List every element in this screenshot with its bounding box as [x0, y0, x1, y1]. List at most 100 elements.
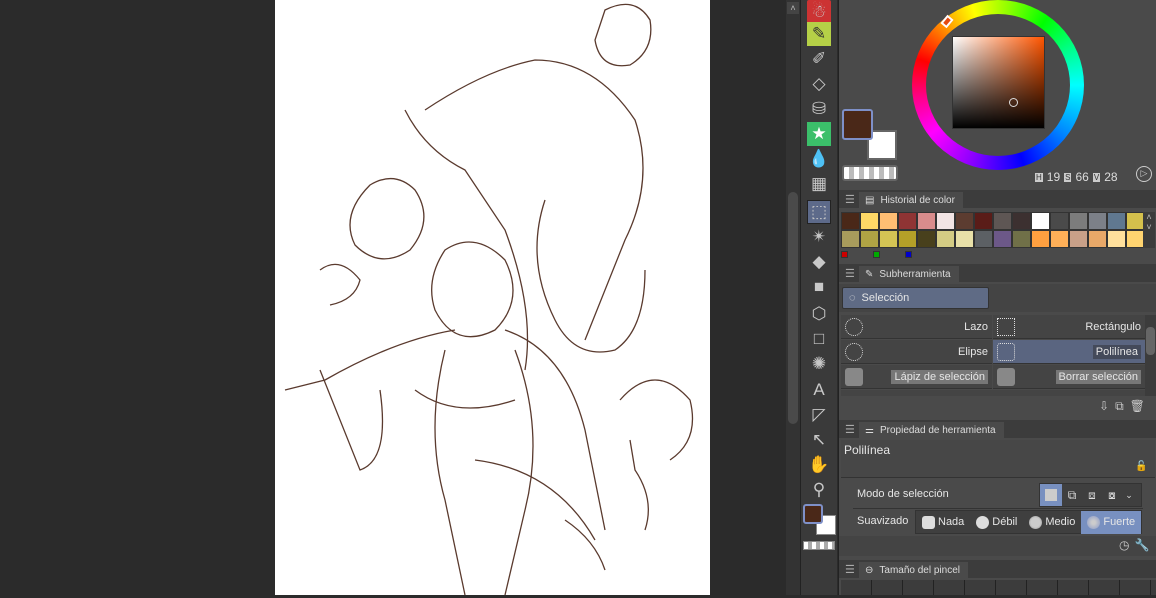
color-swatch[interactable]: [993, 212, 1012, 230]
main-color-swatch[interactable]: [803, 504, 823, 524]
color-swatch[interactable]: [1012, 230, 1031, 248]
brush-size-grid[interactable]: [841, 580, 1156, 595]
duplicate-icon[interactable]: ⧉: [1115, 399, 1124, 414]
color-swatch[interactable]: [1031, 212, 1050, 230]
color-swatch[interactable]: [879, 230, 898, 248]
color-swatch[interactable]: [917, 212, 936, 230]
color-swatch[interactable]: [936, 230, 955, 248]
color-swatch[interactable]: [955, 230, 974, 248]
canvas-vertical-scrollbar[interactable]: ˄: [786, 0, 800, 595]
color-swatch[interactable]: [974, 212, 993, 230]
menu-icon[interactable]: ☰: [845, 563, 855, 576]
color-swatch[interactable]: [936, 212, 955, 230]
scroll-up-button[interactable]: ˄: [787, 2, 799, 14]
gradient-tool-icon[interactable]: ■: [807, 275, 831, 299]
color-swatch[interactable]: [1088, 230, 1107, 248]
color-swatch[interactable]: [860, 230, 879, 248]
selection-tool-icon[interactable]: ⬚: [807, 200, 831, 224]
tab-subtool[interactable]: ✎ Subherramienta: [859, 266, 959, 282]
user-avatar-icon[interactable]: ☃: [807, 0, 831, 24]
frame-tool-icon[interactable]: □: [807, 327, 831, 351]
clock-icon[interactable]: ◷: [1119, 538, 1129, 552]
color-swatch[interactable]: [879, 212, 898, 230]
smoothing-nada[interactable]: Nada: [916, 511, 970, 533]
color-history-grid: [841, 212, 1145, 248]
chevron-down-icon[interactable]: ⌄: [1122, 490, 1136, 501]
menu-icon[interactable]: ☰: [845, 193, 855, 206]
color-swatch[interactable]: [1088, 212, 1107, 230]
wrench-icon[interactable]: 🔧: [1134, 538, 1149, 552]
color-swatch[interactable]: [1069, 212, 1088, 230]
balloon-tool-icon[interactable]: ◸: [807, 403, 831, 427]
color-swatch[interactable]: [974, 230, 993, 248]
drawing-canvas[interactable]: [275, 0, 710, 596]
tab-tool-property[interactable]: ⚌ Propiedad de herramienta: [859, 422, 1004, 438]
transparent-color-swatch[interactable]: [803, 541, 835, 550]
import-icon[interactable]: ⇩: [1099, 399, 1109, 414]
add-selection-icon[interactable]: ⧉: [1062, 488, 1082, 503]
transparent-color-swatch[interactable]: [842, 165, 898, 181]
subtool-polilinea[interactable]: Polilínea: [993, 340, 1145, 364]
saturation-value-square[interactable]: [952, 36, 1045, 129]
history-scrollbar[interactable]: ˄ ˅: [1143, 212, 1155, 248]
color-swatch[interactable]: [898, 230, 917, 248]
airbrush-tool-icon[interactable]: ⛁: [807, 97, 831, 121]
subtool-borrar-seleccion[interactable]: Borrar selección: [993, 365, 1145, 389]
eyedropper-tool-icon[interactable]: ⚲: [807, 478, 831, 502]
color-marker[interactable]: [873, 251, 880, 258]
eraser-tool-icon[interactable]: ◇: [807, 72, 831, 96]
subtool-scrollbar[interactable]: [1145, 315, 1156, 396]
color-swatch[interactable]: [1012, 212, 1031, 230]
ruler-tool-icon[interactable]: ✺: [807, 352, 831, 376]
color-swatch[interactable]: [993, 230, 1012, 248]
smoothing-fuerte[interactable]: Fuerte: [1081, 510, 1142, 534]
color-marker[interactable]: [905, 251, 912, 258]
smoothing-medio[interactable]: Medio: [1023, 511, 1081, 533]
sv-cursor[interactable]: [1009, 98, 1018, 107]
color-swatch[interactable]: [841, 212, 860, 230]
magic-wand-tool-icon[interactable]: ✴: [807, 225, 831, 249]
blend-tool-icon[interactable]: 💧: [807, 147, 831, 171]
subtract-selection-icon[interactable]: ⧈: [1082, 488, 1102, 503]
trash-icon[interactable]: 🗑: [1130, 399, 1145, 414]
figure-tool-icon[interactable]: ▦: [807, 172, 831, 196]
play-icon[interactable]: ▷: [1136, 166, 1152, 182]
selection-mode-selector[interactable]: ⧉ ⧈ ⧇ ⌄: [1039, 483, 1142, 507]
pencil-tool-icon[interactable]: ✐: [807, 47, 831, 71]
smoothing-debil[interactable]: Débil: [970, 511, 1023, 533]
menu-icon[interactable]: ☰: [845, 423, 855, 436]
color-swatch[interactable]: [1050, 212, 1069, 230]
text-tool-icon[interactable]: A: [807, 378, 831, 402]
tab-brush-size[interactable]: ⊖ Tamaño del pincel: [859, 562, 968, 578]
color-swatch[interactable]: [898, 212, 917, 230]
color-swatch[interactable]: [955, 212, 974, 230]
color-swatch[interactable]: [860, 212, 879, 230]
color-swatch[interactable]: [917, 230, 936, 248]
pen-tool-icon[interactable]: ✎: [807, 22, 831, 46]
color-swatch[interactable]: [841, 230, 860, 248]
color-swatch[interactable]: [1107, 212, 1126, 230]
subtool-elipse[interactable]: Elipse: [841, 340, 992, 364]
color-swatch[interactable]: [1069, 230, 1088, 248]
color-swatch[interactable]: [1031, 230, 1050, 248]
object-tool-icon[interactable]: ⬡: [807, 302, 831, 326]
color-swatch[interactable]: [1050, 230, 1069, 248]
fill-tool-icon[interactable]: ◆: [807, 250, 831, 274]
menu-icon[interactable]: ☰: [845, 267, 855, 280]
main-color-swatch[interactable]: [842, 109, 873, 140]
tab-color-history[interactable]: ▤ Historial de color: [859, 192, 963, 208]
new-selection-icon[interactable]: [1040, 484, 1062, 506]
scrollbar-thumb[interactable]: [788, 192, 798, 424]
smoothing-selector[interactable]: Nada Débil Medio Fuerte: [915, 510, 1142, 534]
lock-icon[interactable]: 🔓: [1135, 461, 1147, 472]
color-swatch[interactable]: [1107, 230, 1126, 248]
subtool-lazo[interactable]: Lazo: [841, 315, 992, 339]
subtool-lapiz-seleccion[interactable]: Lápiz de selección: [841, 365, 992, 389]
subtool-group-selection[interactable]: ◌ Selección: [842, 287, 989, 309]
intersect-selection-icon[interactable]: ⧇: [1102, 488, 1122, 503]
subtool-rectangulo[interactable]: Rectángulo: [993, 315, 1145, 339]
color-marker[interactable]: [841, 251, 848, 258]
decoration-tool-icon[interactable]: ★: [807, 122, 831, 146]
correct-line-tool-icon[interactable]: ↖: [807, 428, 831, 452]
hand-tool-icon[interactable]: ✋: [807, 453, 831, 477]
